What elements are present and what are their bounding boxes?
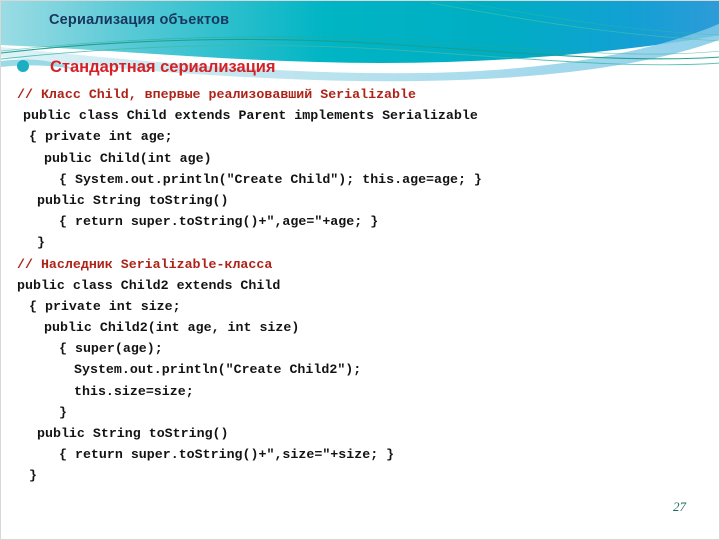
code-line: { private int size; [29,298,181,314]
slide-title: Сериализация объектов [49,12,230,28]
code-line: public String toString() [37,192,229,208]
code-line: public String toString() [37,426,229,441]
code-line: this.size=size; [74,383,194,399]
code-line: public Child2(int age, int size) [44,320,300,336]
code-line: System.out.println("Create Child2"); [74,362,362,378]
presentation-slide: Сериализация объектов Стандартная сериал… [0,0,720,540]
code-listing: // Класс Child, впервые реализовавший Se… [1,84,719,487]
code-line: public Child(int age) [44,150,212,166]
code-line: public class Child extends Parent implem… [23,108,478,124]
code-line: // Наследник Serializable-класса [17,256,273,272]
code-line: { return super.toString()+",age="+age; } [59,214,379,230]
code-line: } [29,468,37,484]
code-line: { return super.toString()+",size="+size;… [59,447,395,463]
code-line: { super(age); [59,341,163,357]
code-line: { System.out.println("Create Child"); th… [59,171,482,187]
code-line: // Класс Child, впервые реализовавший Se… [17,87,416,102]
bullet-dot-icon [17,60,29,72]
code-line: } [37,235,45,251]
page-number: 27 [673,499,686,514]
section-heading: Стандартная сериализация [50,58,276,76]
code-line: } [59,404,67,420]
code-line: public class Child2 extends Child [17,277,281,293]
code-line: { private int age; [29,129,173,145]
